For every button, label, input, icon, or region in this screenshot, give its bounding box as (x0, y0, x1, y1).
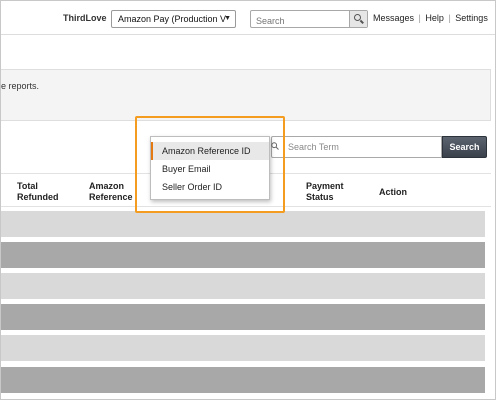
table-row[interactable] (1, 304, 485, 330)
brand-name: ThirdLove (63, 13, 107, 23)
global-search (250, 10, 368, 29)
top-bar: ThirdLove Amazon Pay (Production V ▼ Mes… (1, 1, 495, 35)
app-frame: ThirdLove Amazon Pay (Production V ▼ Mes… (0, 0, 496, 400)
search-icon (354, 14, 361, 21)
dropdown-option-buyer-email[interactable]: Buyer Email (151, 160, 269, 178)
messages-link[interactable]: Messages (373, 13, 414, 23)
column-payment-status: Payment Status (306, 181, 344, 202)
info-text: e reports. (1, 81, 40, 91)
column-total-refunded: Total Refunded (17, 181, 59, 202)
dropdown-option-seller-order-id[interactable]: Seller Order ID (151, 178, 269, 196)
table-row[interactable] (1, 242, 485, 268)
link-separator: | (448, 13, 451, 23)
account-select-value: Amazon Pay (Production V (118, 14, 227, 24)
column-amazon-reference: Amazon Reference (89, 181, 133, 202)
link-separator: | (418, 13, 421, 23)
table-row[interactable] (1, 273, 485, 299)
table-row[interactable] (1, 367, 485, 393)
filter-type-dropdown[interactable]: Amazon Reference ID Buyer Email Seller O… (150, 136, 270, 200)
account-select[interactable]: Amazon Pay (Production V ▼ (111, 10, 236, 28)
global-search-input[interactable] (251, 13, 347, 29)
dropdown-option-amazon-reference-id[interactable]: Amazon Reference ID (151, 142, 269, 160)
info-panel: e reports. (1, 69, 491, 121)
table-row[interactable] (1, 335, 485, 361)
settings-link[interactable]: Settings (455, 13, 488, 23)
search-term-input[interactable]: Search Term (271, 136, 442, 158)
top-links: Messages | Help | Settings (373, 13, 488, 23)
search-button[interactable]: Search (442, 136, 487, 158)
column-action: Action (379, 187, 407, 197)
search-icon (271, 142, 279, 150)
table-row[interactable] (1, 211, 485, 237)
global-search-button[interactable] (349, 11, 367, 27)
help-link[interactable]: Help (425, 13, 444, 23)
chevron-down-icon: ▼ (224, 15, 231, 22)
